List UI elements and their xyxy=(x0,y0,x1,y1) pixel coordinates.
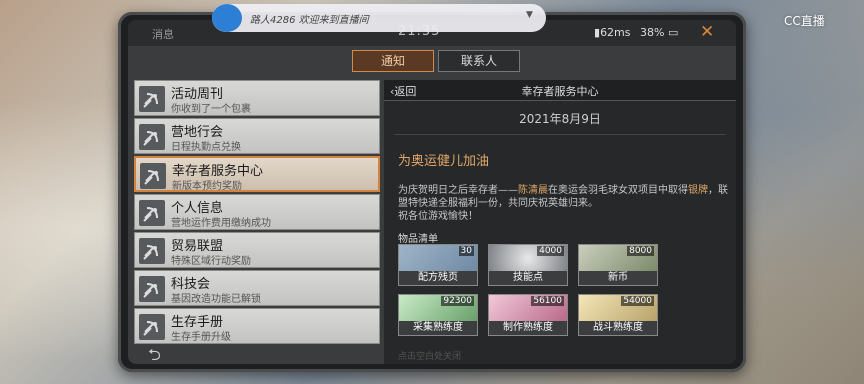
list-item[interactable]: 个人信息 营地运作费用缴纳成功 xyxy=(134,194,380,230)
satellite-dish-icon xyxy=(139,86,165,112)
reward-item[interactable]: 54000 战斗熟练度 xyxy=(578,294,658,336)
detail-header: ‹返回 幸存者服务中心 xyxy=(384,80,736,101)
cc-live-watermark: CC直播 xyxy=(784,14,825,28)
satellite-dish-icon xyxy=(140,163,166,189)
live-chat-overlay: 路人4286 欢迎来到直播间 ▼ xyxy=(212,4,546,32)
return-arrow-icon[interactable]: ⮌ xyxy=(148,344,161,364)
list-item[interactable]: 科技会 基因改造功能已解锁 xyxy=(134,270,380,306)
battery-icon: ▭ xyxy=(667,26,679,39)
message-panel: 消息 21:35 ▮62ms 38% ▭ ✕ 通知 联系人 活动周刊 你收到了一… xyxy=(128,20,736,364)
back-button[interactable]: ‹返回 xyxy=(390,83,416,99)
list-item[interactable]: 贸易联盟 特殊区域行动奖励 xyxy=(134,232,380,268)
reward-item[interactable]: 8000 新币 xyxy=(578,244,658,286)
signal-indicator: ▮62ms xyxy=(594,26,631,39)
reward-item[interactable]: 92300 采集熟练度 xyxy=(398,294,478,336)
list-item[interactable]: 活动周刊 你收到了一个包裹 xyxy=(134,80,380,116)
satellite-dish-icon xyxy=(139,314,165,340)
avatar xyxy=(212,4,242,32)
message-list: 活动周刊 你收到了一个包裹 营地行会 日程执勤点兑换 幸存者服务中心 新版本预约… xyxy=(134,80,380,364)
divider xyxy=(394,134,726,135)
list-item[interactable]: 营地行会 日程执勤点兑换 xyxy=(134,118,380,154)
items-title: 物品清单 xyxy=(398,234,438,245)
device-frame: 消息 21:35 ▮62ms 38% ▭ ✕ 通知 联系人 活动周刊 你收到了一… xyxy=(118,12,746,372)
satellite-dish-icon xyxy=(139,238,165,264)
satellite-dish-icon xyxy=(139,124,165,150)
panel-label: 消息 xyxy=(152,28,174,41)
reward-item[interactable]: 56100 制作熟练度 xyxy=(488,294,568,336)
detail-title: 幸存者服务中心 xyxy=(521,85,599,98)
close-icon[interactable]: ✕ xyxy=(700,22,714,42)
message-heading: 为奥运健儿加油 xyxy=(398,154,490,169)
tab-contacts[interactable]: 联系人 xyxy=(438,50,520,72)
chat-message: 路人4286 欢迎来到直播间 xyxy=(250,15,369,26)
bottom-bar: ⮌ 点击空白处关闭 xyxy=(128,345,736,364)
dismiss-hint: 点击空白处关闭 xyxy=(398,352,462,362)
satellite-dish-icon xyxy=(139,200,165,226)
reward-item[interactable]: 4000 技能点 xyxy=(488,244,568,286)
message-body: 为庆贺明日之后幸存者——陈清晨在奥运会羽毛球女双项目中取得银牌，联盟特快递全服福… xyxy=(398,185,728,222)
message-date: 2021年8月9日 xyxy=(519,112,601,126)
message-detail: ‹返回 幸存者服务中心 2021年8月9日 为奥运健儿加油 为庆贺明日之后幸存者… xyxy=(384,80,736,364)
list-item[interactable]: 生存手册 生存手册升级 xyxy=(134,308,380,344)
satellite-dish-icon xyxy=(139,276,165,302)
battery-indicator: 38% ▭ xyxy=(640,26,679,39)
caret-down-icon[interactable]: ▼ xyxy=(526,10,533,20)
tab-notifications[interactable]: 通知 xyxy=(352,50,434,72)
reward-item[interactable]: 30 配方残页 xyxy=(398,244,478,286)
list-item-selected[interactable]: 幸存者服务中心 新版本预约奖励 xyxy=(134,156,380,192)
